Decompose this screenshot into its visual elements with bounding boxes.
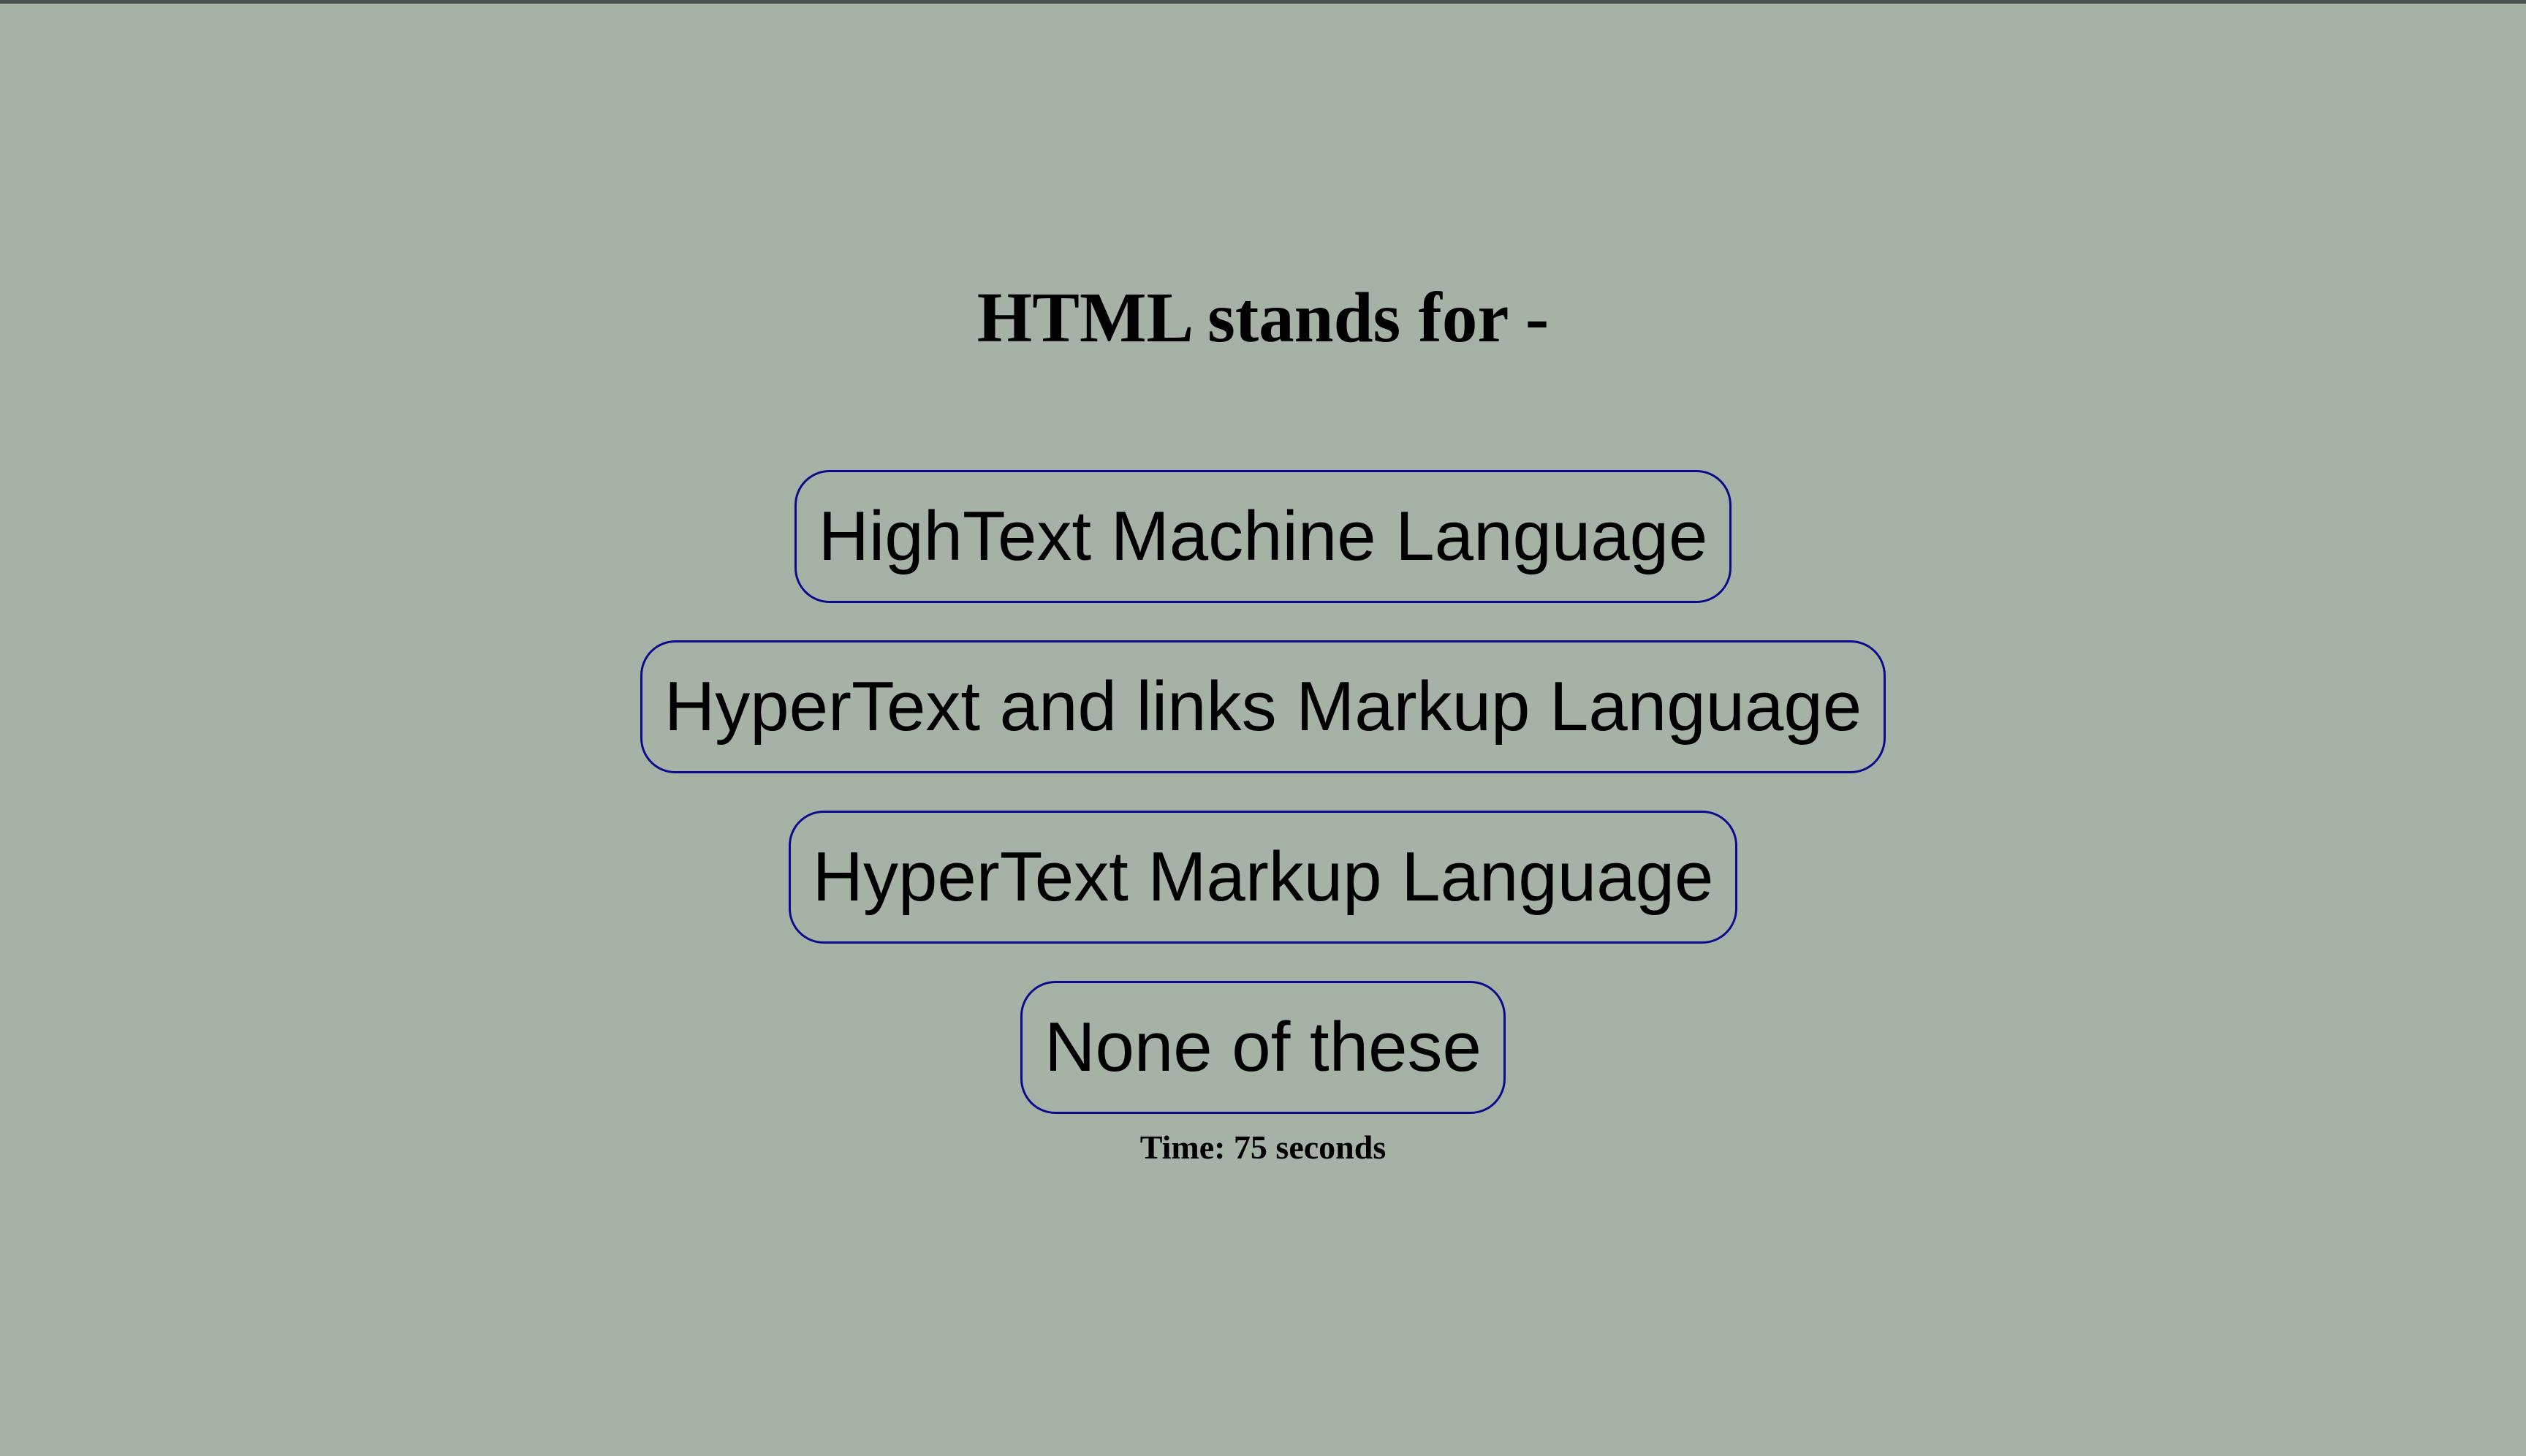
option-button-1[interactable]: HighText Machine Language [794, 470, 1732, 603]
question-title: HTML stands for - [976, 278, 1550, 357]
timer-text: Time: 75 seconds [1139, 1129, 1387, 1166]
quiz-container: HTML stands for - HighText Machine Langu… [0, 0, 2526, 1456]
answer-options: HighText Machine Language HyperText and … [0, 470, 2526, 1114]
option-button-4[interactable]: None of these [1020, 981, 1506, 1114]
option-button-3[interactable]: HyperText Markup Language [788, 811, 1738, 944]
option-button-2[interactable]: HyperText and links Markup Language [640, 640, 1886, 773]
